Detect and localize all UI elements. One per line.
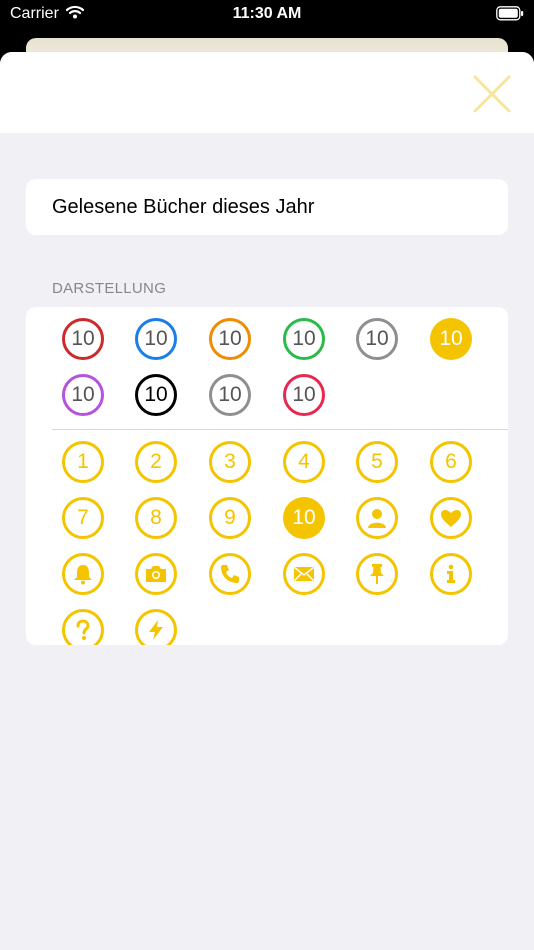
- symbol-option[interactable]: [135, 609, 177, 645]
- symbol-option[interactable]: 7: [62, 497, 104, 539]
- symbol-option[interactable]: [135, 553, 177, 595]
- badge-label: 10: [439, 327, 463, 350]
- envelope-icon: [292, 564, 316, 584]
- bell-icon: [72, 563, 94, 585]
- badge-label: 10: [292, 506, 316, 529]
- symbol-option[interactable]: [209, 553, 251, 595]
- badge-label: 10: [71, 327, 95, 350]
- color-option[interactable]: 10: [135, 374, 177, 416]
- badge-label: 10: [365, 327, 389, 350]
- badge-label: 4: [298, 450, 310, 473]
- divider: [52, 429, 508, 430]
- badge-label: 10: [144, 327, 168, 350]
- info-icon: [440, 563, 462, 585]
- badge-label: 5: [371, 450, 383, 473]
- symbol-option[interactable]: 4: [283, 441, 325, 483]
- close-icon: [473, 75, 511, 113]
- battery-icon: [496, 6, 524, 21]
- badge-label: 1: [77, 450, 89, 473]
- pin-icon: [366, 563, 388, 585]
- symbol-option[interactable]: [430, 553, 472, 595]
- color-option[interactable]: 10: [62, 374, 104, 416]
- color-option[interactable]: 10: [209, 374, 251, 416]
- symbol-option[interactable]: [283, 553, 325, 595]
- color-option[interactable]: 10: [356, 318, 398, 360]
- symbol-option[interactable]: [62, 553, 104, 595]
- heart-icon: [440, 507, 462, 529]
- badge-label: 10: [218, 383, 242, 406]
- symbol-option[interactable]: [356, 497, 398, 539]
- badge-label: 3: [224, 450, 236, 473]
- symbol-option[interactable]: 8: [135, 497, 177, 539]
- person-icon: [366, 507, 388, 529]
- symbol-option[interactable]: 10: [283, 497, 325, 539]
- symbol-option[interactable]: 2: [135, 441, 177, 483]
- badge-label: 10: [144, 383, 168, 406]
- color-option[interactable]: 10: [283, 374, 325, 416]
- badge-label: 2: [150, 450, 162, 473]
- title-input[interactable]: [26, 179, 508, 235]
- symbol-option[interactable]: 5: [356, 441, 398, 483]
- question-icon: [72, 619, 94, 641]
- badge-label: 10: [71, 383, 95, 406]
- symbol-option[interactable]: 1: [62, 441, 104, 483]
- appearance-panel: 10 10 10 10 10 10 10 10 10 10 1 2 3 4 5 6 7 8 9 10: [26, 307, 508, 645]
- camera-icon: [144, 563, 168, 585]
- badge-label: 10: [218, 327, 242, 350]
- badge-label: 10: [292, 327, 316, 350]
- section-header-darstellung: DARSTELLUNG: [52, 280, 167, 297]
- symbol-option[interactable]: [62, 609, 104, 645]
- symbol-option[interactable]: [430, 497, 472, 539]
- badge-label: 10: [292, 383, 316, 406]
- sheet-header: [0, 52, 534, 133]
- symbol-option[interactable]: 6: [430, 441, 472, 483]
- modal-sheet: DARSTELLUNG 10 10 10 10 10 10 10 10 10 10 1 2 3 4 5 6 7…: [0, 52, 534, 950]
- badge-label: 7: [77, 506, 89, 529]
- badge-label: 9: [224, 506, 236, 529]
- clock: 11:30 AM: [232, 5, 302, 22]
- symbol-option[interactable]: [356, 553, 398, 595]
- color-option[interactable]: 10: [430, 318, 472, 360]
- symbol-option[interactable]: 9: [209, 497, 251, 539]
- bolt-icon: [145, 619, 167, 641]
- badge-label: 6: [445, 450, 457, 473]
- badge-label: 8: [150, 506, 162, 529]
- symbol-option[interactable]: 3: [209, 441, 251, 483]
- status-bar: Carrier 11:30 AM: [0, 0, 534, 30]
- phone-icon: [219, 563, 241, 585]
- color-option[interactable]: 10: [209, 318, 251, 360]
- color-option[interactable]: 10: [62, 318, 104, 360]
- color-option[interactable]: 10: [283, 318, 325, 360]
- color-option[interactable]: 10: [135, 318, 177, 360]
- close-button[interactable]: [470, 72, 514, 116]
